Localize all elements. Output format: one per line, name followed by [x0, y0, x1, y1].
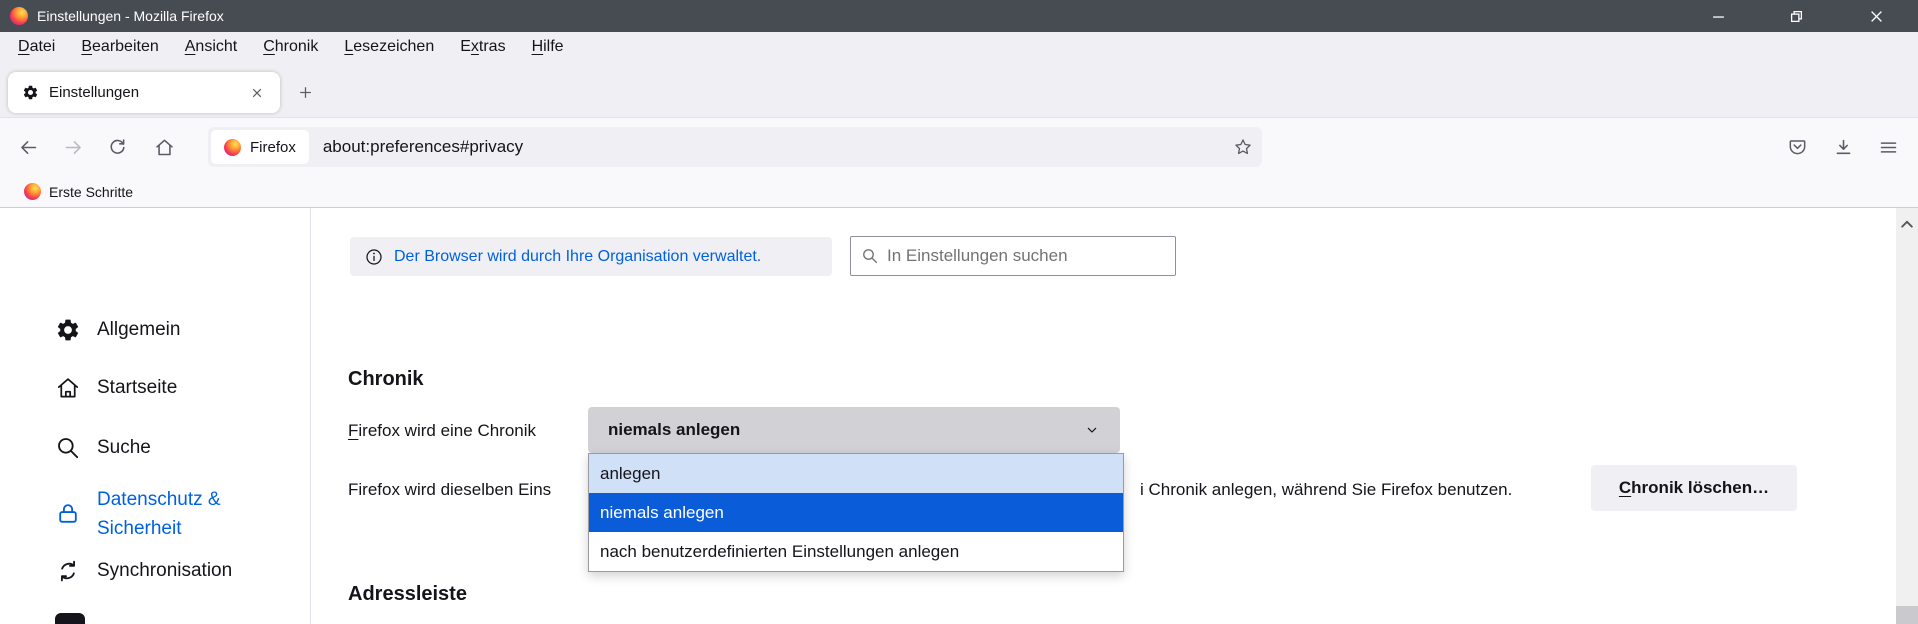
address-bar-section-heading: Adressleiste: [348, 583, 467, 606]
menu-icon: [1878, 137, 1899, 158]
site-identity-button[interactable]: Firefox: [211, 130, 309, 164]
firefox-wordmark-logo-partial: [55, 613, 85, 624]
download-icon: [1833, 137, 1854, 158]
gear-icon: [22, 84, 39, 101]
home-button[interactable]: [147, 130, 181, 164]
star-icon: [1233, 137, 1253, 157]
sidebar-item-label: Startseite: [97, 377, 177, 399]
sidebar-divider: [310, 208, 311, 624]
downloads-button[interactable]: [1826, 130, 1860, 164]
tab-strip: Einstellungen: [0, 62, 1918, 118]
tab-close-button[interactable]: [244, 80, 270, 106]
home-icon: [55, 375, 81, 401]
close-window-button[interactable]: [1853, 0, 1899, 32]
vertical-scrollbar[interactable]: [1896, 208, 1918, 624]
home-icon: [154, 137, 175, 158]
lock-icon: [55, 501, 81, 527]
new-tab-icon: [297, 84, 314, 101]
menu-bearbeiten[interactable]: Bearbeiten: [68, 32, 171, 62]
menu-datei[interactable]: Datei: [5, 32, 68, 62]
history-mode-dropdown: anlegen niemals anlegen nach benutzerdef…: [588, 453, 1124, 572]
settings-search-input[interactable]: [887, 246, 1165, 266]
menu-chronik[interactable]: Chronik: [250, 32, 331, 62]
scrollbar-thumb[interactable]: [1896, 606, 1918, 624]
dropdown-option-anlegen[interactable]: anlegen: [589, 454, 1123, 493]
forward-icon: [63, 137, 84, 158]
settings-search-box[interactable]: [850, 236, 1176, 276]
back-icon: [18, 137, 39, 158]
reload-icon: [107, 137, 128, 158]
history-description-partial-left: Firefox wird dieselben Eins: [348, 480, 551, 500]
search-icon: [861, 247, 879, 265]
info-icon: [364, 247, 384, 267]
firefox-logo-icon: [10, 7, 28, 25]
titlebar: Einstellungen - Mozilla Firefox: [0, 0, 1918, 32]
restore-icon: [1790, 10, 1803, 23]
new-tab-button[interactable]: [288, 75, 322, 109]
managed-banner-text: Der Browser wird durch Ihre Organisation…: [394, 248, 761, 266]
history-mode-select-value: niemals anlegen: [608, 420, 740, 440]
minimize-button[interactable]: [1695, 0, 1741, 32]
url-text[interactable]: about:preferences#privacy: [323, 137, 523, 157]
chevron-down-icon: [1084, 422, 1100, 438]
history-mode-label: Firefox wird eine Chronik: [348, 421, 536, 441]
dropdown-option-benutzerdefiniert[interactable]: nach benutzerdefinierten Einstellungen a…: [589, 532, 1123, 571]
sidebar-item-label: Suche: [97, 437, 151, 459]
history-description-partial-right: i Chronik anlegen, während Sie Firefox b…: [1140, 480, 1512, 500]
minimize-icon: [1712, 10, 1725, 23]
pocket-button[interactable]: [1780, 130, 1814, 164]
managed-by-organization-banner[interactable]: Der Browser wird durch Ihre Organisation…: [350, 237, 832, 276]
pocket-icon: [1787, 137, 1808, 158]
gear-icon: [55, 317, 81, 343]
bookmark-erste-schritte[interactable]: Erste Schritte: [18, 181, 139, 202]
clear-history-button[interactable]: Chronik löschen…: [1591, 465, 1797, 511]
preferences-page: Allgemein Startseite Suche Datenschutz &…: [0, 208, 1918, 624]
reload-button[interactable]: [100, 130, 134, 164]
tab-label: Einstellungen: [49, 84, 244, 101]
menubar: Datei Bearbeiten Ansicht Chronik Lesezei…: [0, 32, 1918, 62]
back-button[interactable]: [11, 130, 45, 164]
site-identity-label: Firefox: [250, 139, 296, 156]
sidebar-item-label: Synchronisation: [97, 560, 232, 582]
search-icon: [55, 435, 81, 461]
app-menu-button[interactable]: [1871, 130, 1905, 164]
sidebar-item-startseite[interactable]: Startseite: [55, 375, 177, 401]
history-mode-select[interactable]: niemals anlegen: [588, 407, 1120, 453]
tab-einstellungen[interactable]: Einstellungen: [8, 72, 280, 113]
dropdown-option-niemals-anlegen[interactable]: niemals anlegen: [589, 493, 1123, 532]
firefox-logo-icon: [224, 139, 241, 156]
forward-button[interactable]: [56, 130, 90, 164]
navigation-toolbar: Firefox about:preferences#privacy: [0, 118, 1918, 176]
firefox-favicon-icon: [24, 183, 41, 200]
sidebar-item-allgemein[interactable]: Allgemein: [55, 317, 180, 343]
window-title: Einstellungen - Mozilla Firefox: [37, 8, 224, 24]
sidebar-item-label: Allgemein: [97, 319, 180, 341]
menu-lesezeichen[interactable]: Lesezeichen: [331, 32, 447, 62]
sidebar-item-synchronisation[interactable]: Synchronisation: [55, 558, 232, 584]
close-icon: [1870, 10, 1883, 23]
bookmark-star-button[interactable]: [1233, 137, 1253, 157]
url-bar[interactable]: Firefox about:preferences#privacy: [208, 127, 1262, 167]
sidebar-item-label: Datenschutz & Sicherheit: [97, 485, 257, 544]
bookmark-label: Erste Schritte: [49, 184, 133, 200]
menu-ansicht[interactable]: Ansicht: [172, 32, 250, 62]
history-section-heading: Chronik: [348, 368, 424, 391]
firefox-window: Einstellungen - Mozilla Firefox Datei Be…: [0, 0, 1918, 624]
sidebar-item-suche[interactable]: Suche: [55, 435, 151, 461]
sync-icon: [55, 558, 81, 584]
restore-button[interactable]: [1773, 0, 1819, 32]
bookmarks-toolbar: Erste Schritte: [0, 176, 1918, 208]
sidebar-item-datenschutz-sicherheit[interactable]: Datenschutz & Sicherheit: [55, 485, 257, 544]
menu-extras[interactable]: Extras: [447, 32, 518, 62]
scroll-up-icon[interactable]: [1896, 214, 1918, 234]
menu-hilfe[interactable]: Hilfe: [519, 32, 577, 62]
